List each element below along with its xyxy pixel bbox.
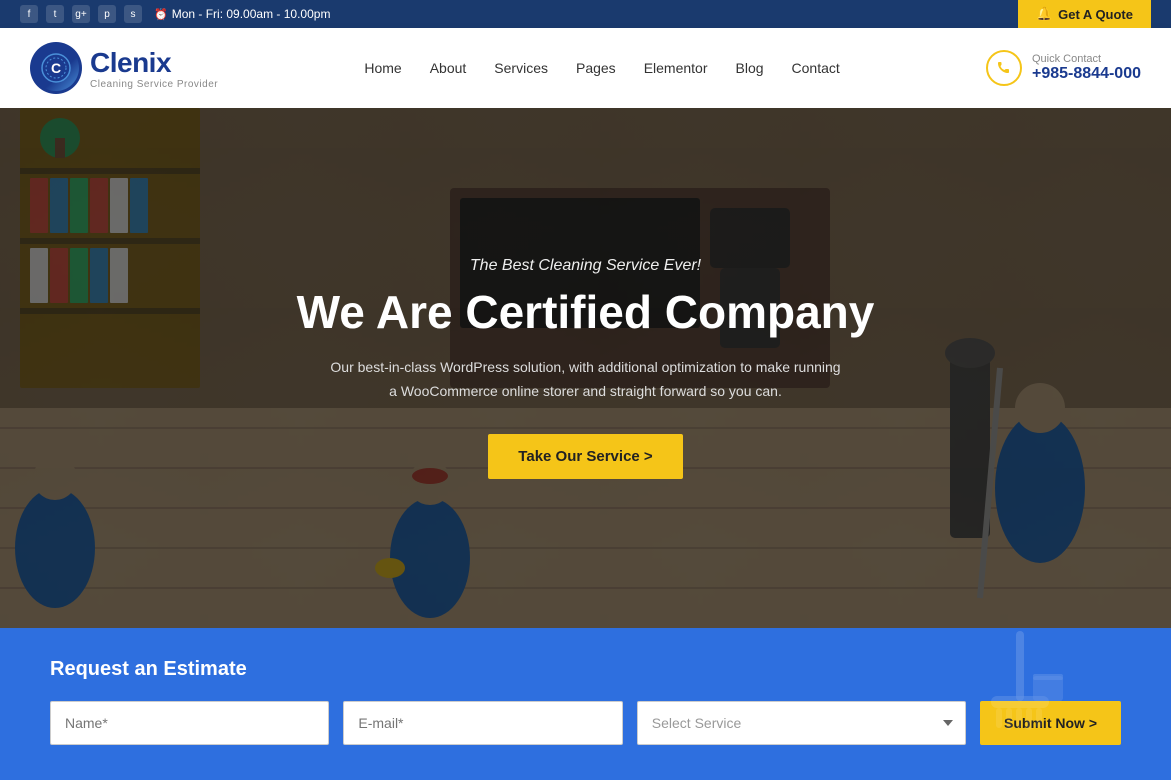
logo-icon: C: [30, 42, 82, 94]
cleaning-logo-svg: C: [41, 53, 71, 83]
nav-blog[interactable]: Blog: [736, 56, 764, 80]
twitter-icon[interactable]: t: [46, 5, 64, 23]
svg-text:C: C: [51, 60, 61, 76]
time-text: Mon - Fri: 09.00am - 10.00pm: [172, 7, 331, 21]
nav-pages[interactable]: Pages: [576, 56, 616, 80]
nav-contact[interactable]: Contact: [792, 56, 840, 80]
nav-services[interactable]: Services: [494, 56, 548, 80]
top-bar-right: 🔔 Get A Quote: [1018, 0, 1151, 28]
logo-brand-name: Clenix: [90, 47, 218, 79]
nav-about[interactable]: About: [430, 56, 467, 80]
logo-emblem: C: [33, 45, 79, 91]
contact-phone: +985-8844-000: [1032, 65, 1141, 83]
hero-cta-button[interactable]: Take Our Service >: [488, 434, 682, 479]
header: C Clenix Cleaning Service Provider Home …: [0, 28, 1171, 108]
email-input[interactable]: [343, 701, 622, 745]
main-nav: Home About Services Pages Elementor Blog…: [364, 56, 839, 80]
logo-tagline: Cleaning Service Provider: [90, 79, 218, 90]
hero-title: We Are Certified Company: [297, 287, 875, 338]
snapchat-icon[interactable]: s: [124, 5, 142, 23]
nav-home[interactable]: Home: [364, 56, 401, 80]
google-plus-icon[interactable]: g+: [72, 5, 90, 23]
pinterest-icon[interactable]: p: [98, 5, 116, 23]
business-hours: ⏰ Mon - Fri: 09.00am - 10.00pm: [154, 7, 330, 21]
logo-text: Clenix Cleaning Service Provider: [90, 47, 218, 90]
top-bar-left: f t g+ p s ⏰ Mon - Fri: 09.00am - 10.00p…: [20, 5, 330, 23]
social-links: f t g+ p s: [20, 5, 142, 23]
hero-subtitle: The Best Cleaning Service Ever!: [297, 257, 875, 275]
hero-description: Our best-in-class WordPress solution, wi…: [326, 356, 846, 404]
service-select[interactable]: Select Service Our Service House Cleanin…: [637, 701, 966, 745]
logo-area[interactable]: C Clenix Cleaning Service Provider: [30, 42, 218, 94]
contact-label: Quick Contact: [1032, 53, 1141, 65]
top-bar: f t g+ p s ⏰ Mon - Fri: 09.00am - 10.00p…: [0, 0, 1171, 28]
quick-contact: Quick Contact +985-8844-000: [986, 50, 1141, 86]
phone-icon: [986, 50, 1022, 86]
phone-svg: [996, 60, 1012, 76]
estimate-form: Select Service Our Service House Cleanin…: [50, 701, 1121, 745]
facebook-icon[interactable]: f: [20, 5, 38, 23]
clock-icon: ⏰: [154, 8, 168, 21]
get-quote-button[interactable]: 🔔 Get A Quote: [1018, 0, 1151, 28]
contact-info: Quick Contact +985-8844-000: [1032, 53, 1141, 83]
hero-content: The Best Cleaning Service Ever! We Are C…: [277, 257, 895, 478]
bell-icon: 🔔: [1036, 6, 1052, 22]
mop-decoration: [971, 631, 1071, 745]
mop-svg: [971, 631, 1071, 731]
hero-section: The Best Cleaning Service Ever! We Are C…: [0, 108, 1171, 628]
get-quote-label: Get A Quote: [1058, 7, 1133, 22]
nav-elementor[interactable]: Elementor: [644, 56, 708, 80]
estimate-section: Request an Estimate Select Service Our S…: [0, 628, 1171, 780]
name-input[interactable]: [50, 701, 329, 745]
